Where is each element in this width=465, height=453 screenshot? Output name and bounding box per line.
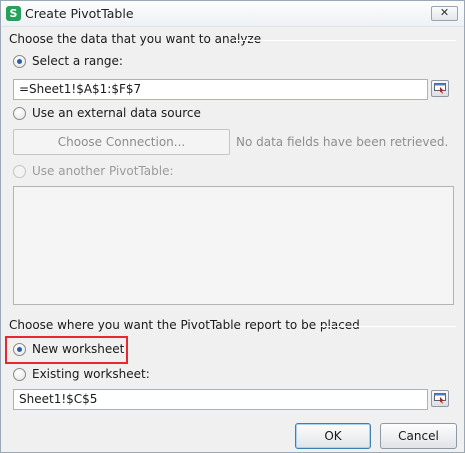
location-collapse-button[interactable] <box>431 390 449 407</box>
new-worksheet-label: New worksheet <box>32 342 125 356</box>
external-source-radio[interactable] <box>13 107 26 120</box>
another-pivottable-label: Use another PivotTable: <box>32 164 174 178</box>
another-pivottable-radio[interactable] <box>13 165 26 178</box>
existing-worksheet-radio[interactable] <box>13 368 26 381</box>
range-reference-input[interactable]: =Sheet1!$A$1:$F$7 <box>13 79 428 100</box>
choose-connection-button[interactable]: Choose Connection... <box>13 129 230 155</box>
destination-section-divider <box>321 326 456 327</box>
title-bar: S Create PivotTable ✕ <box>1 1 464 27</box>
ok-button[interactable]: OK <box>295 423 371 449</box>
new-worksheet-radio[interactable] <box>13 343 26 356</box>
select-range-label: Select a range: <box>32 54 123 68</box>
close-button[interactable]: ✕ <box>431 6 458 21</box>
select-range-radio[interactable] <box>13 55 26 68</box>
app-logo-icon: S <box>6 6 21 21</box>
destination-section-heading: Choose where you want the PivotTable rep… <box>9 318 360 332</box>
close-icon: ✕ <box>439 6 450 19</box>
cancel-button[interactable]: Cancel <box>380 423 457 449</box>
range-select-icon <box>434 393 446 404</box>
dialog-title: Create PivotTable <box>25 6 134 21</box>
no-data-fields-note: No data fields have been retrieved. <box>236 135 449 149</box>
existing-worksheet-label: Existing worksheet: <box>32 367 150 381</box>
create-pivottable-dialog: S Create PivotTable ✕ Choose the data th… <box>0 0 465 453</box>
range-select-icon <box>434 83 446 94</box>
source-section-heading: Choose the data that you want to analyze <box>9 32 262 46</box>
source-section-divider <box>234 40 456 41</box>
pivottable-list[interactable] <box>13 186 454 305</box>
location-reference-input[interactable]: Sheet1!$C$5 <box>13 389 428 410</box>
external-source-label: Use an external data source <box>32 106 201 120</box>
range-collapse-button[interactable] <box>431 80 449 97</box>
